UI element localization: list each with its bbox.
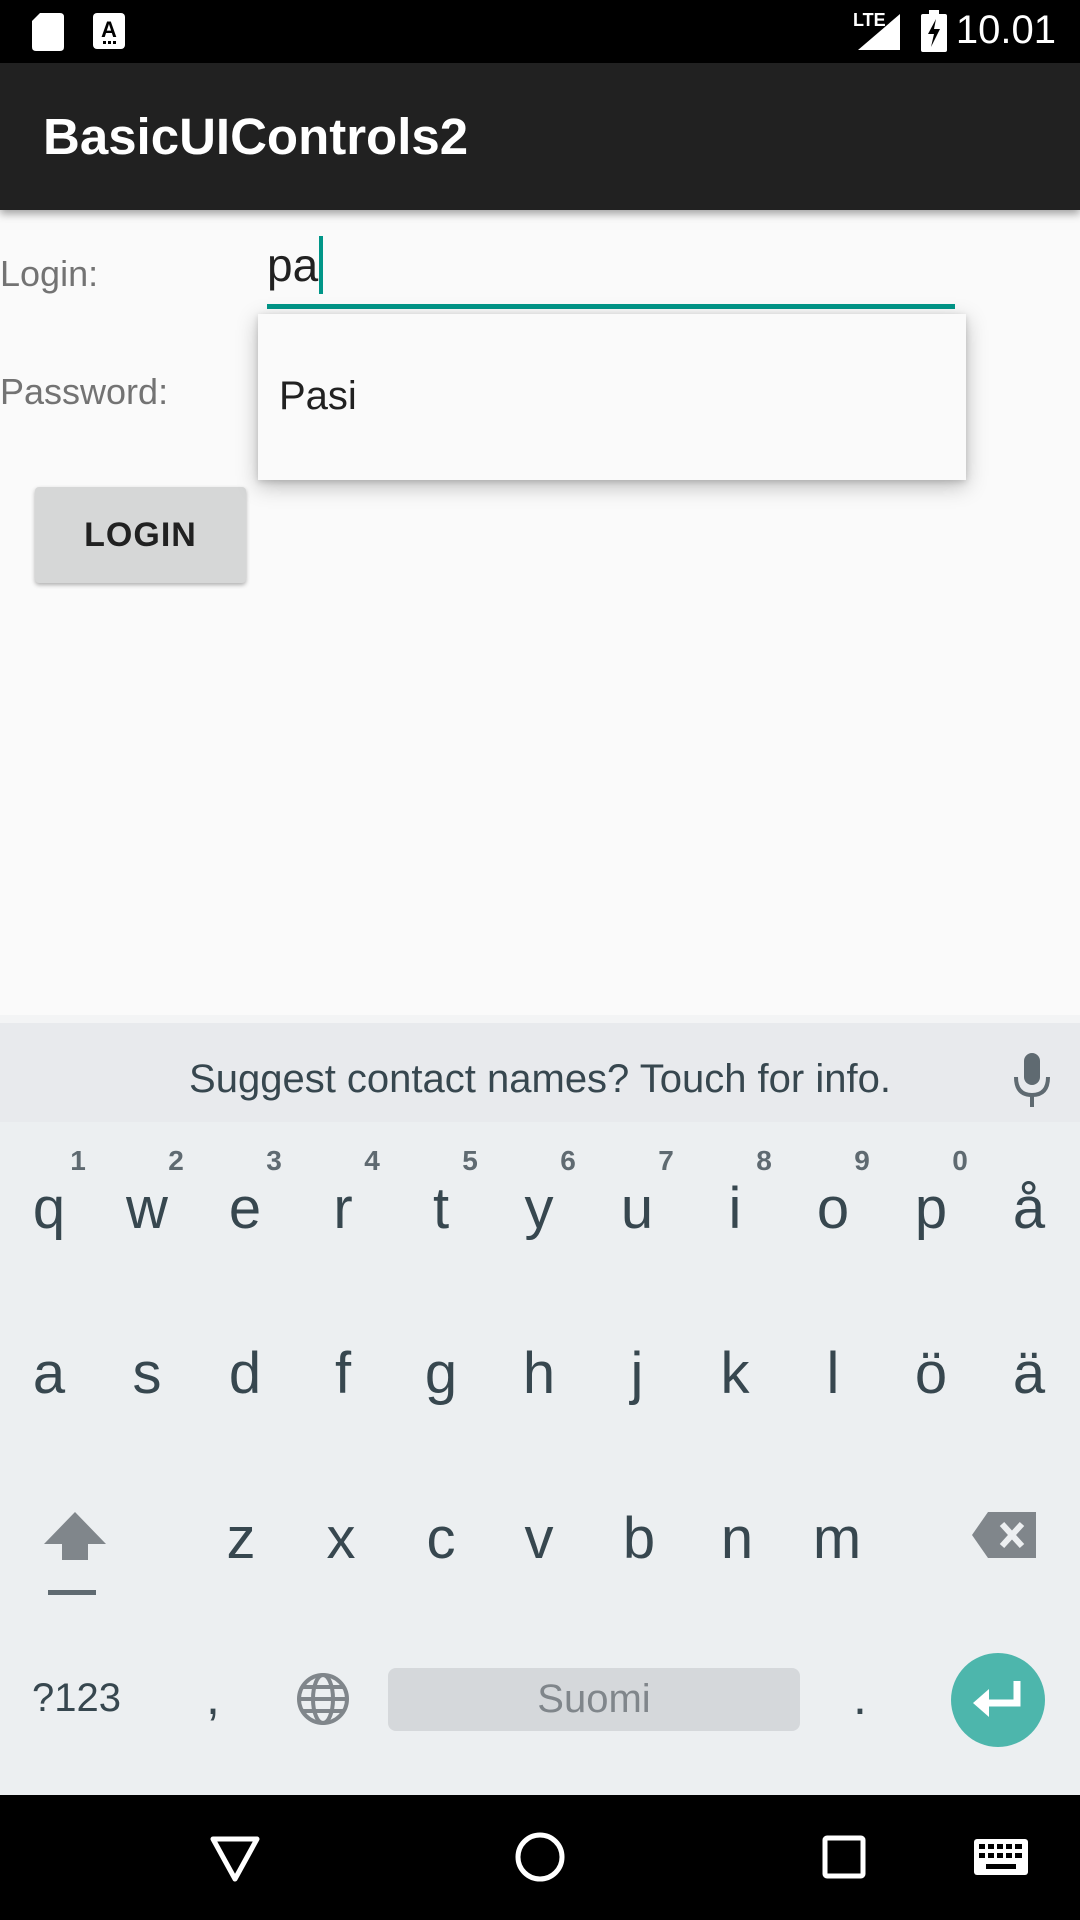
key-u[interactable]: u [588, 1175, 686, 1242]
key-o-umlaut[interactable]: ö [882, 1340, 980, 1407]
key-a-umlaut[interactable]: ä [980, 1340, 1078, 1407]
key-l[interactable]: l [784, 1340, 882, 1407]
key-c[interactable]: c [392, 1505, 490, 1572]
key-b[interactable]: b [590, 1505, 688, 1572]
key-k[interactable]: k [686, 1340, 784, 1407]
keyboard-switch-icon[interactable] [974, 1839, 1028, 1875]
keyboard-suggestion-strip[interactable]: Suggest contact names? Touch for info. [0, 1015, 1080, 1122]
key-hint: 5 [462, 1145, 478, 1176]
key-g[interactable]: g [392, 1340, 490, 1407]
key-t[interactable]: t [392, 1175, 490, 1242]
login-input[interactable]: pa [267, 228, 955, 309]
key-hint: 2 [168, 1145, 184, 1176]
app-bar: BasicUIControls2 [0, 63, 1080, 210]
text-cursor [319, 236, 323, 294]
globe-icon[interactable] [296, 1672, 350, 1726]
key-z[interactable]: z [192, 1505, 290, 1572]
key-r[interactable]: r [294, 1175, 392, 1242]
key-d[interactable]: d [196, 1340, 294, 1407]
key-hint: 3 [266, 1145, 282, 1176]
enter-button[interactable] [951, 1653, 1045, 1747]
svg-text:A: A [101, 17, 117, 42]
key-x[interactable]: x [292, 1505, 390, 1572]
microphone-icon[interactable] [1012, 1053, 1052, 1109]
login-button[interactable]: LOGIN [35, 487, 246, 583]
key-hint: 0 [952, 1145, 968, 1176]
password-label: Password: [0, 371, 169, 412]
key-hint: 4 [364, 1145, 380, 1176]
navigation-bar [0, 1795, 1080, 1920]
key-a-ring[interactable]: å [980, 1175, 1078, 1242]
autocomplete-dropdown: Pasi [258, 314, 966, 480]
key-e[interactable]: e [196, 1175, 294, 1242]
status-bar: A LTE 10.01 [0, 0, 1080, 63]
app-title: BasicUIControls2 [43, 108, 469, 165]
key-hint: 1 [70, 1145, 86, 1176]
enter-icon [973, 1681, 1021, 1717]
key-s[interactable]: s [98, 1340, 196, 1407]
key-hint: 8 [756, 1145, 772, 1176]
key-m[interactable]: m [788, 1505, 886, 1572]
space-bar[interactable]: Suomi [388, 1668, 800, 1731]
key-w[interactable]: w [98, 1175, 196, 1242]
battery-charging-icon [921, 10, 947, 52]
key-p[interactable]: p [882, 1175, 980, 1242]
home-icon[interactable] [514, 1831, 566, 1883]
key-n[interactable]: n [688, 1505, 786, 1572]
status-clock: 10.01 [955, 8, 1056, 52]
login-label: Login: [0, 253, 99, 294]
comma-key[interactable]: , [206, 1668, 220, 1726]
key-hint: 6 [560, 1145, 576, 1176]
key-j[interactable]: j [588, 1340, 686, 1407]
sd-card-icon [32, 13, 64, 51]
key-i[interactable]: i [686, 1175, 784, 1242]
period-key[interactable]: . [853, 1668, 867, 1726]
autocomplete-suggestion[interactable]: Pasi [279, 374, 357, 419]
login-input-underline [267, 304, 955, 309]
key-f[interactable]: f [294, 1340, 392, 1407]
key-y[interactable]: y [490, 1175, 588, 1242]
login-input-value[interactable]: pa [267, 238, 318, 292]
key-hint: 7 [658, 1145, 674, 1176]
lte-signal-icon [858, 14, 900, 50]
symbols-key[interactable]: ?123 [32, 1676, 121, 1721]
back-icon[interactable] [210, 1836, 260, 1882]
key-a[interactable]: a [0, 1340, 98, 1407]
shift-icon[interactable] [42, 1508, 108, 1596]
key-hint: 9 [854, 1145, 870, 1176]
key-v[interactable]: v [490, 1505, 588, 1572]
key-o[interactable]: o [784, 1175, 882, 1242]
key-q[interactable]: q [0, 1175, 98, 1242]
a-notification-icon: A [93, 13, 125, 49]
backspace-icon[interactable] [972, 1512, 1036, 1558]
recents-icon[interactable] [822, 1835, 866, 1879]
suggestion-text[interactable]: Suggest contact names? Touch for info. [0, 1057, 1080, 1102]
key-h[interactable]: h [490, 1340, 588, 1407]
